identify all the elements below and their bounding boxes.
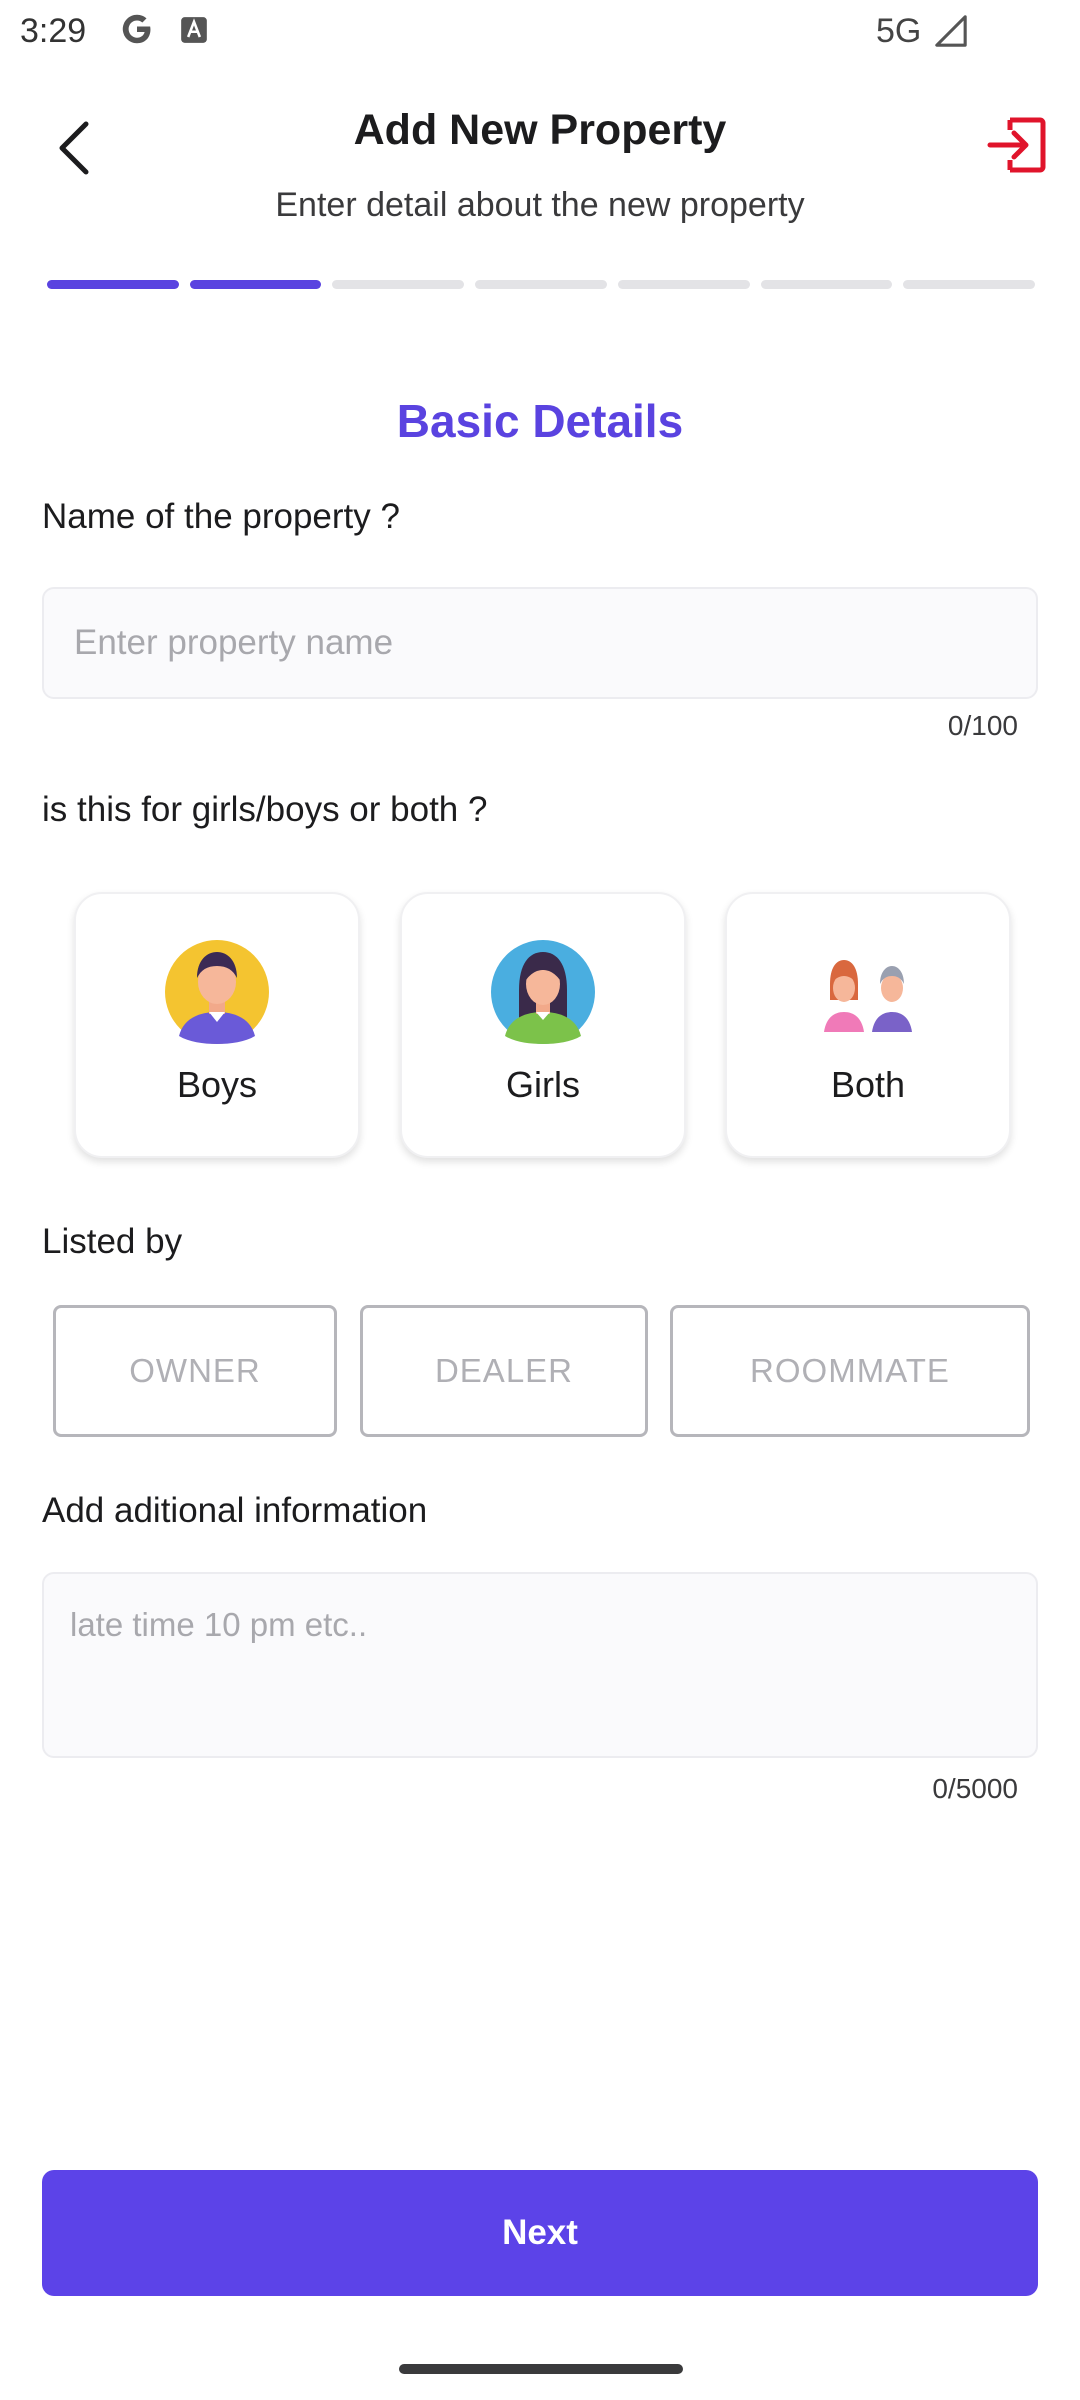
girl-avatar-icon	[491, 940, 595, 1044]
gender-option-boys[interactable]: Boys	[74, 892, 360, 1158]
add-property-screen: 3:29 5G Add New Property Enter detail ab…	[0, 0, 1080, 2400]
progress-step	[760, 280, 893, 289]
property-name-input[interactable]: Enter property name	[42, 587, 1038, 699]
progress-step	[332, 280, 465, 289]
gender-option-girls[interactable]: Girls	[400, 892, 686, 1158]
section-title: Basic Details	[396, 395, 684, 447]
gender-option-label: Both	[830, 1064, 906, 1105]
listed-by-owner-button[interactable]: OWNER	[53, 1305, 337, 1437]
progress-step	[617, 280, 750, 289]
progress-step	[47, 280, 179, 289]
status-bar: 3:29 5G	[0, 0, 1080, 62]
additional-info-input[interactable]: late time 10 pm etc..	[42, 1572, 1038, 1758]
gender-option-both[interactable]: Both	[725, 892, 1011, 1158]
page-subtitle: Enter detail about the new property	[275, 186, 805, 224]
signal-icon	[935, 15, 967, 47]
additional-info-label: Add aditional information	[42, 1491, 428, 1530]
additional-info-counter: 0/5000	[932, 1773, 1018, 1804]
property-name-placeholder: Enter property name	[74, 623, 394, 662]
boy-avatar-icon	[165, 940, 269, 1044]
gender-option-label: Boys	[176, 1064, 258, 1105]
exit-icon[interactable]	[986, 114, 1048, 176]
property-name-label: Name of the property ?	[42, 497, 400, 536]
gender-label: is this for girls/boys or both ?	[42, 790, 488, 829]
gender-option-label: Girls	[506, 1064, 580, 1105]
progress-step	[903, 280, 1036, 289]
progress-step	[189, 280, 322, 289]
listed-by-dealer-button[interactable]: DEALER	[360, 1305, 648, 1437]
page-title: Add New Property	[353, 106, 727, 154]
text-a-icon	[181, 17, 207, 43]
listed-by-label: Listed by	[42, 1222, 183, 1261]
couple-avatar-icon	[824, 960, 912, 1032]
property-name-counter: 0/100	[947, 710, 1018, 741]
progress-step	[475, 280, 607, 289]
step-progress	[47, 280, 1036, 289]
listed-by-roommate-button[interactable]: ROOMMATE	[670, 1305, 1030, 1437]
next-button[interactable]: Next	[42, 2170, 1038, 2296]
google-g-icon	[122, 14, 151, 44]
home-indicator[interactable]	[399, 2364, 683, 2374]
additional-info-placeholder: late time 10 pm etc..	[70, 1606, 368, 1643]
status-time: 3:29	[20, 12, 87, 50]
network-type: 5G	[876, 12, 922, 50]
